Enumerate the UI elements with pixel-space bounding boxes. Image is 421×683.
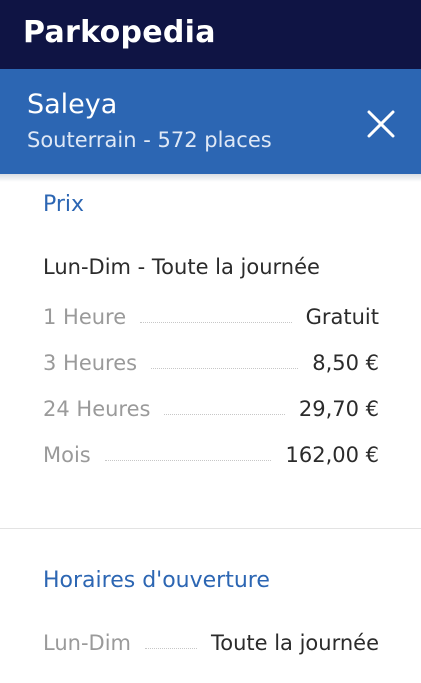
brand-logo[interactable]: Parkopedia [23, 13, 216, 53]
prices-section-title: Prix [43, 192, 85, 217]
price-row: Mois 162,00 € [43, 440, 379, 470]
price-value: Gratuit [305, 305, 379, 329]
price-duration: 24 Heures [43, 397, 151, 421]
price-row: 24 Heures 29,70 € [43, 394, 379, 424]
parking-name: Saleya [27, 89, 118, 120]
hours-value: Toute la journée [210, 631, 379, 655]
parking-header: Saleya Souterrain - 572 places [0, 69, 421, 174]
close-icon[interactable] [361, 104, 401, 144]
price-value: 162,00 € [285, 443, 379, 467]
section-divider [0, 528, 421, 529]
hours-days: Lun-Dim [43, 631, 131, 655]
dotted-leader [151, 367, 299, 369]
app-topbar: Parkopedia [0, 0, 421, 69]
dotted-leader [140, 321, 292, 323]
price-duration: 1 Heure [43, 305, 127, 329]
dotted-leader [145, 647, 197, 649]
parking-subtitle: Souterrain - 572 places [27, 128, 272, 152]
hours-row: Lun-Dim Toute la journée [43, 628, 379, 658]
price-value: 29,70 € [298, 397, 379, 421]
price-duration: 3 Heures [43, 351, 138, 375]
prices-day-range: Lun-Dim - Toute la journée [43, 255, 320, 279]
header-shadow [0, 174, 421, 182]
price-row: 3 Heures 8,50 € [43, 348, 379, 378]
price-row: 1 Heure Gratuit [43, 302, 379, 332]
price-duration: Mois [43, 443, 91, 467]
dotted-leader [164, 413, 285, 415]
price-value: 8,50 € [312, 351, 379, 375]
dotted-leader [104, 459, 272, 461]
hours-section-title: Horaires d'ouverture [43, 568, 270, 593]
